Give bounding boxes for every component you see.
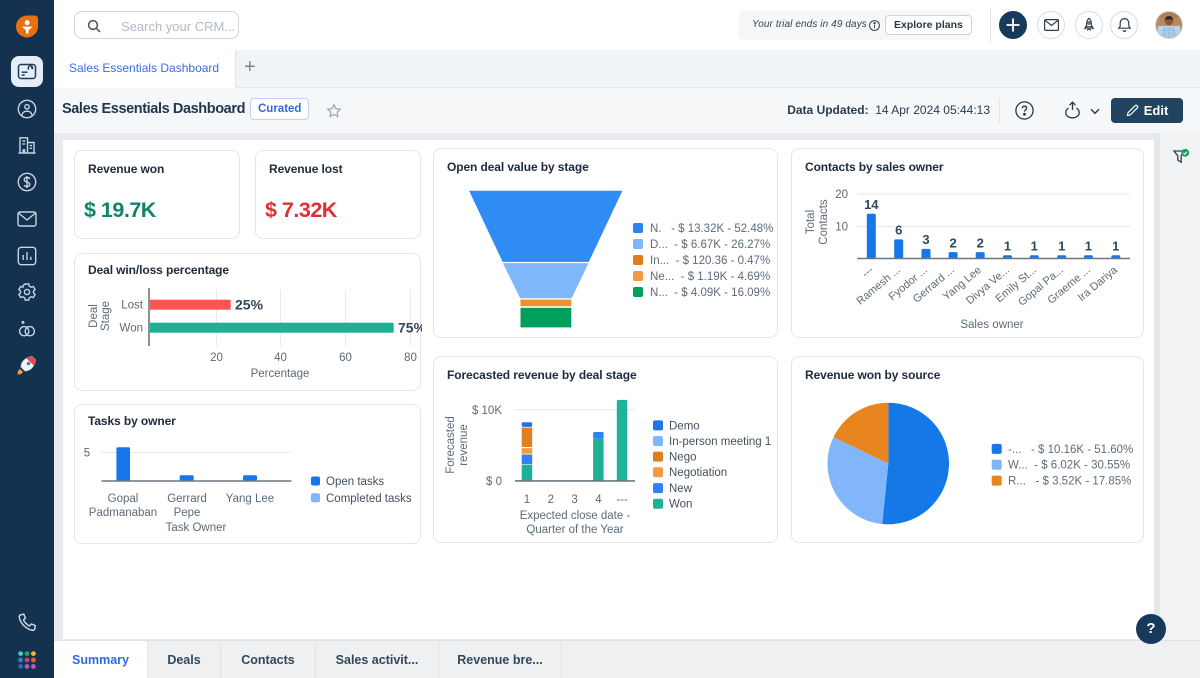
svg-text:Stage: Stage [100, 301, 112, 331]
svg-text:N. - $ 13.32K - 52.48%: N. - $ 13.32K - 52.48% [650, 223, 773, 235]
svg-text:Nego: Nego [669, 452, 697, 464]
svg-text:-... - $ 10.16K - 51.60%: -... - $ 10.16K - 51.60% [1008, 444, 1133, 456]
svg-text:---: --- [860, 264, 876, 280]
svg-text:2: 2 [949, 236, 956, 251]
svg-text:Gerrard: Gerrard [167, 493, 207, 505]
svg-text:New: New [669, 483, 693, 495]
svg-text:80: 80 [404, 352, 417, 364]
svg-text:14: 14 [864, 197, 879, 212]
svg-text:2: 2 [977, 236, 984, 251]
svg-text:5: 5 [84, 448, 90, 460]
svg-text:N... - $ 4.09K - 16.09%: N... - $ 4.09K - 16.09% [650, 287, 770, 299]
svg-text:Yang Lee: Yang Lee [226, 493, 274, 505]
svg-text:Percentage: Percentage [251, 368, 310, 380]
svg-text:Padmanaban: Padmanaban [89, 507, 157, 519]
svg-text:Completed tasks: Completed tasks [326, 493, 412, 505]
svg-text:3: 3 [571, 494, 577, 506]
svg-text:Open tasks: Open tasks [326, 476, 384, 488]
svg-text:Forecasted: Forecasted [445, 416, 457, 474]
svg-text:Contacts: Contacts [818, 199, 830, 245]
svg-text:2: 2 [548, 494, 554, 506]
svg-text:Expected close date -: Expected close date - [520, 510, 631, 522]
svg-text:60: 60 [339, 352, 352, 364]
svg-text:1: 1 [524, 494, 530, 506]
svg-text:4: 4 [595, 494, 602, 506]
svg-text:Negotiation: Negotiation [669, 467, 727, 479]
svg-text:1: 1 [1085, 239, 1092, 254]
svg-text:Won: Won [669, 499, 692, 511]
svg-text:3: 3 [922, 232, 929, 247]
svg-text:Task Owner: Task Owner [166, 522, 227, 534]
svg-text:1: 1 [1112, 239, 1119, 254]
svg-text:D... - $ 6.67K - 26.27%: D... - $ 6.67K - 26.27% [650, 239, 770, 251]
svg-text:6: 6 [895, 223, 902, 238]
svg-text:25%: 25% [235, 297, 264, 313]
svg-text:20: 20 [210, 352, 223, 364]
svg-text:Demo: Demo [669, 420, 700, 432]
svg-text:40: 40 [274, 352, 287, 364]
svg-text:$ 10K: $ 10K [472, 405, 502, 417]
svg-text:In... - $ 120.36 - 0.47%: In... - $ 120.36 - 0.47% [650, 255, 770, 267]
svg-text:1: 1 [1031, 239, 1038, 254]
svg-text:Lost: Lost [121, 300, 144, 312]
svg-text:In-person meeting 1: In-person meeting 1 [669, 436, 771, 448]
svg-text:$ 0: $ 0 [486, 476, 502, 488]
svg-text:Sales owner: Sales owner [960, 319, 1023, 331]
svg-text:1: 1 [1058, 239, 1065, 254]
svg-text:Ne... - $ 1.19K - 4.69%: Ne... - $ 1.19K - 4.69% [650, 271, 770, 283]
svg-text:Pepe: Pepe [174, 507, 201, 519]
svg-text:20: 20 [835, 189, 848, 201]
svg-text:W... - $ 6.02K - 30.55%: W... - $ 6.02K - 30.55% [1008, 460, 1130, 472]
svg-text:1: 1 [1004, 239, 1011, 254]
svg-text:Quarter of the Year: Quarter of the Year [526, 524, 623, 536]
svg-text:10: 10 [835, 222, 848, 234]
svg-text:Gopal: Gopal [108, 493, 139, 505]
svg-text:Total: Total [805, 210, 817, 234]
svg-text:Deal: Deal [88, 304, 100, 328]
svg-text:---: --- [616, 494, 628, 506]
svg-text:revenue: revenue [458, 424, 470, 466]
svg-text:R... - $ 3.52K - 17.85%: R... - $ 3.52K - 17.85% [1008, 476, 1131, 488]
svg-text:Won: Won [120, 323, 143, 335]
svg-text:75%: 75% [398, 320, 422, 336]
